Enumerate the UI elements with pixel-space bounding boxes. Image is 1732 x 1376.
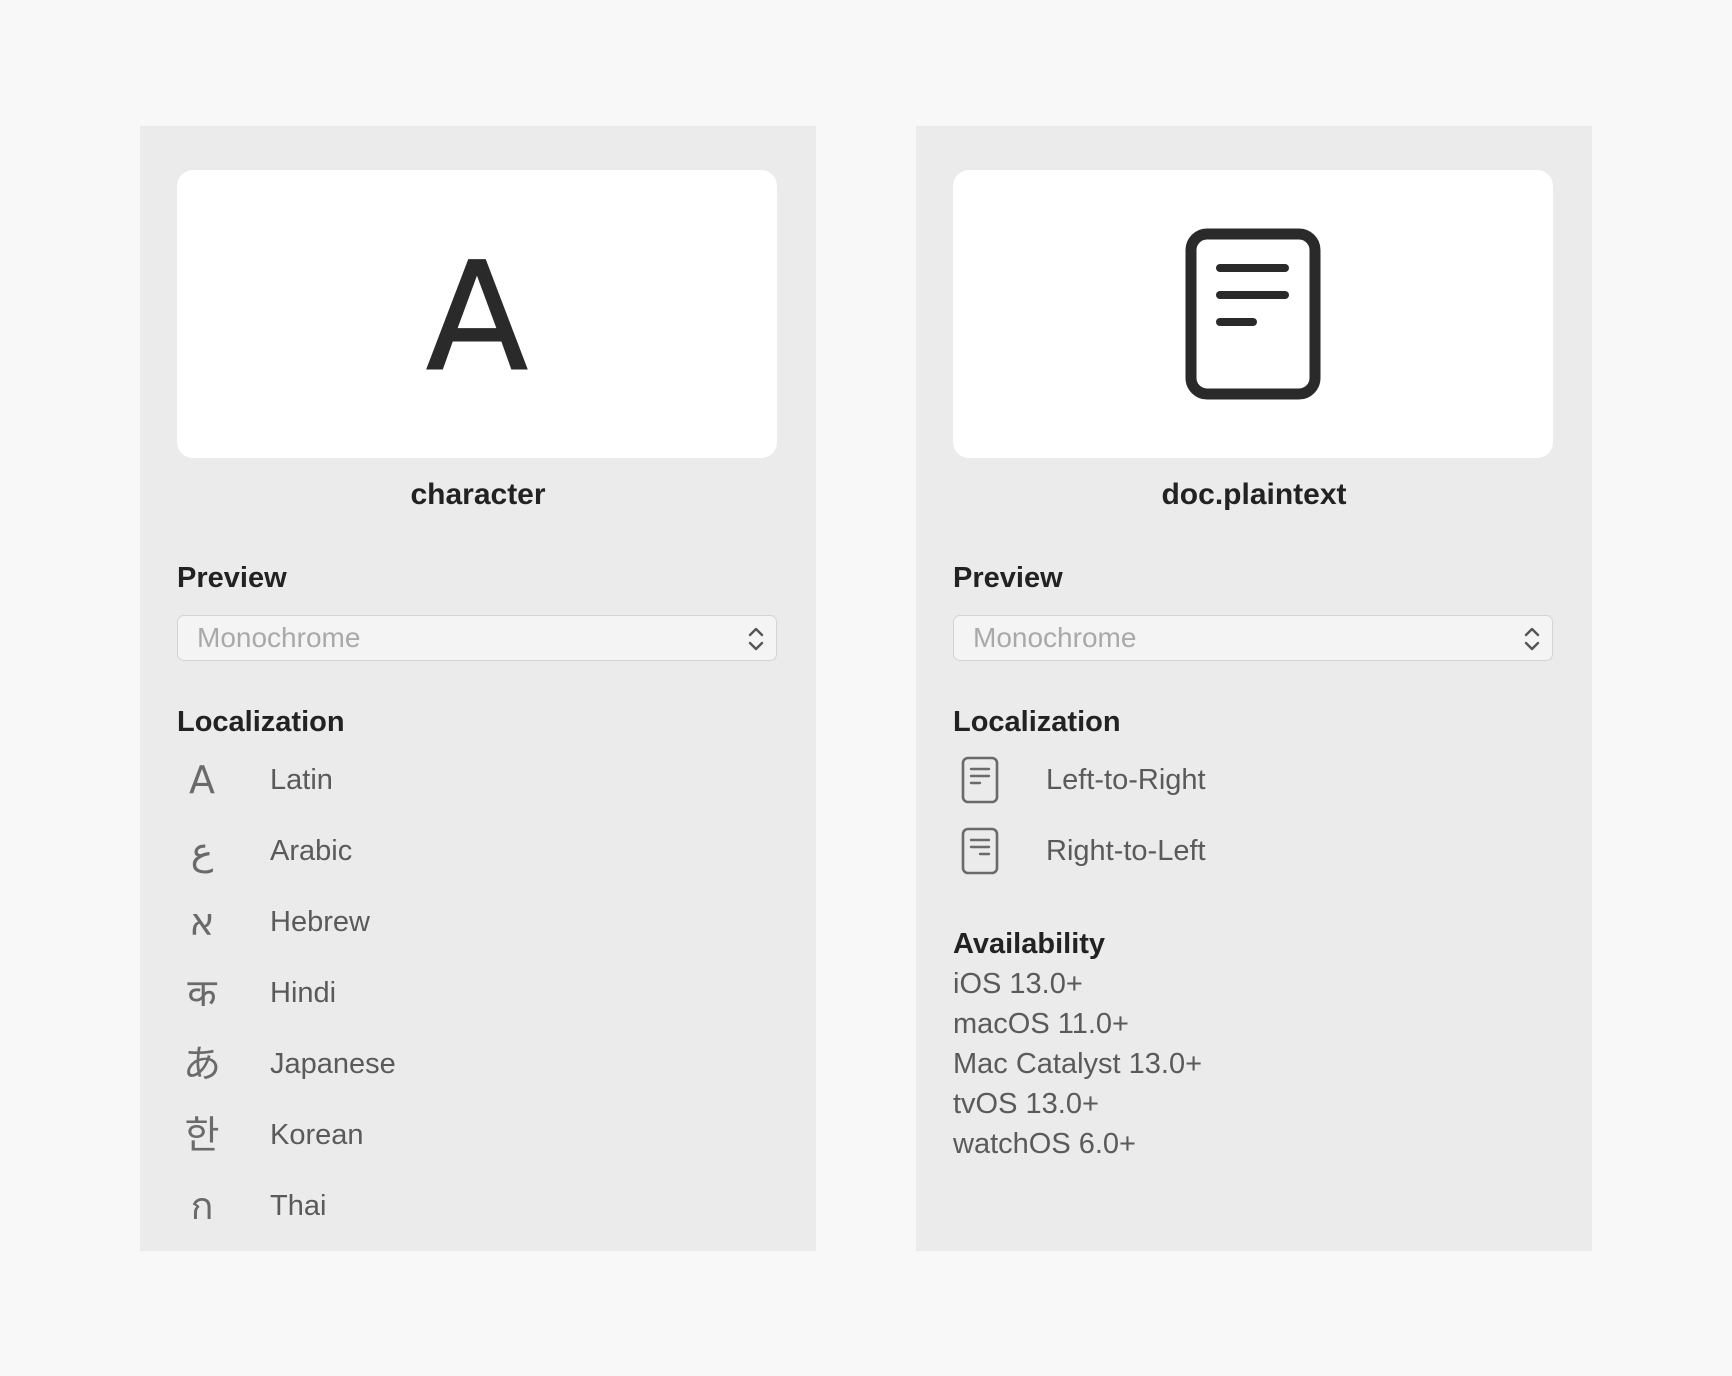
rendering-mode-value: Monochrome (197, 622, 361, 653)
symbol-name: doc.plaintext (1161, 478, 1347, 511)
availability-macos: macOS 11.0+ (953, 1008, 1129, 1040)
localization-label: Latin (270, 764, 333, 796)
preview-section-title: Preview (177, 562, 287, 594)
rendering-mode-select[interactable]: Monochrome (177, 615, 777, 661)
hindi-glyph: क (187, 971, 217, 1015)
thai-glyph: ก (190, 1184, 214, 1228)
symbol-inspector-doc-plaintext: doc.plaintext Preview Monochrome Localiz… (916, 126, 1592, 1251)
up-down-chevron-icon (1524, 627, 1540, 651)
localization-label: Right-to-Left (1046, 835, 1206, 867)
korean-glyph: 한 (184, 1113, 220, 1157)
availability-watchos: watchOS 6.0+ (953, 1128, 1136, 1160)
localization-label: Hebrew (270, 906, 370, 938)
character-symbol-preview: A (425, 231, 529, 405)
japanese-glyph: あ (182, 1042, 221, 1086)
localization-label: Hindi (270, 977, 337, 1009)
localization-label: Arabic (270, 835, 353, 867)
localization-label: Japanese (270, 1048, 396, 1080)
rendering-mode-select[interactable]: Monochrome (953, 615, 1553, 661)
localization-label: Left-to-Right (1046, 764, 1206, 796)
doc-plaintext-rtl-icon (961, 827, 999, 875)
doc-plaintext-icon (1185, 228, 1321, 400)
preview-section-title: Preview (953, 562, 1063, 594)
hebrew-glyph: א (189, 900, 215, 944)
localization-label: Korean (270, 1119, 364, 1151)
doc-plaintext-ltr-icon (961, 756, 999, 804)
arabic-glyph: ع (190, 829, 214, 873)
localization-section-title: Localization (953, 706, 1121, 738)
localization-label: Thai (270, 1190, 327, 1222)
symbol-inspector-character: A character Preview Monochrome Localizat… (140, 126, 816, 1251)
symbol-preview-card: A (177, 170, 777, 458)
availability-ios: iOS 13.0+ (953, 968, 1083, 1000)
availability-mac-catalyst: Mac Catalyst 13.0+ (953, 1048, 1203, 1080)
latin-glyph: A (189, 758, 215, 802)
symbol-name: character (410, 478, 546, 511)
up-down-chevron-icon (748, 627, 764, 651)
localization-section-title: Localization (177, 706, 345, 738)
symbol-preview-card (953, 170, 1553, 458)
availability-section-title: Availability (953, 928, 1106, 960)
availability-tvos: tvOS 13.0+ (953, 1088, 1099, 1120)
rendering-mode-value: Monochrome (973, 622, 1137, 653)
